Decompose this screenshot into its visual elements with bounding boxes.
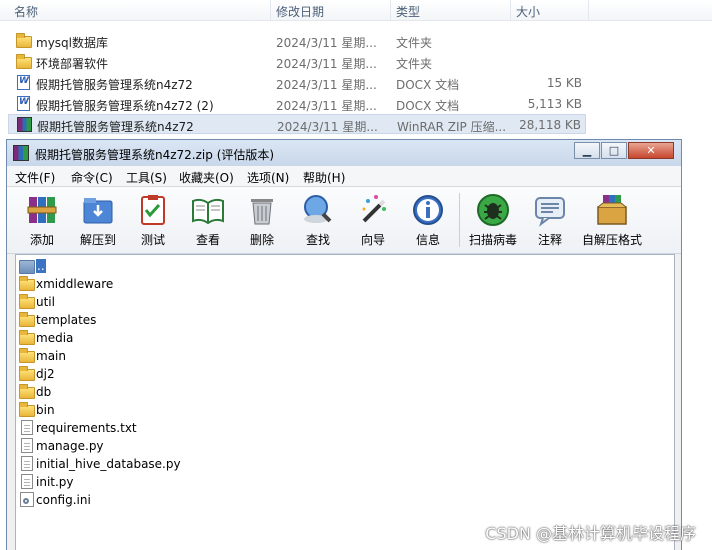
- column-name[interactable]: 名称: [14, 3, 38, 20]
- column-date[interactable]: 修改日期: [276, 3, 324, 20]
- extract-to-button[interactable]: 解压到: [73, 193, 123, 249]
- extract-to-icon: [81, 193, 115, 227]
- menu-bar: 文件(F) 命令(C) 工具(S) 收藏夹(O) 选项(N) 帮助(H): [7, 166, 681, 187]
- explorer-row[interactable]: 假期托管服务管理系统n4z72 2024/3/11 星期... DOCX 文档 …: [8, 73, 586, 93]
- explorer-row[interactable]: mysql数据库 2024/3/11 星期... 文件夹: [8, 31, 586, 51]
- folder-icon: [19, 348, 35, 364]
- winrar-icon: [13, 145, 29, 161]
- explorer-column-header: 名称 修改日期 类型 大小: [0, 0, 712, 21]
- folder-icon: [19, 384, 35, 400]
- test-button[interactable]: 测试: [128, 193, 178, 249]
- menu-file[interactable]: 文件(F): [15, 169, 55, 186]
- window-title: 假期托管服务管理系统n4z72.zip (评估版本): [35, 148, 275, 162]
- menu-help[interactable]: 帮助(H): [303, 169, 345, 186]
- folder-icon: [19, 294, 35, 310]
- column-type[interactable]: 类型: [396, 3, 420, 20]
- find-button[interactable]: 查找: [293, 193, 343, 249]
- sfx-box-icon: [595, 193, 629, 227]
- winrar-icon: [17, 117, 33, 133]
- text-file-icon: [19, 456, 35, 472]
- menu-tools[interactable]: 工具(S): [126, 169, 167, 186]
- folder-icon: [19, 366, 35, 382]
- sfx-button[interactable]: 自解压格式: [582, 193, 642, 249]
- comment-icon: [533, 193, 567, 227]
- folder-icon: [19, 330, 35, 346]
- text-file-icon: [19, 420, 35, 436]
- info-button[interactable]: 信息: [403, 193, 453, 249]
- text-file-icon: [19, 474, 35, 490]
- view-button[interactable]: 查看: [183, 193, 233, 249]
- docx-icon: [16, 75, 32, 91]
- add-button[interactable]: 添加: [17, 193, 67, 249]
- folder-icon: [19, 276, 35, 292]
- title-bar[interactable]: 假期托管服务管理系统n4z72.zip (评估版本) ▁ □ ✕: [7, 140, 681, 166]
- trash-icon: [245, 193, 279, 227]
- menu-commands[interactable]: 命令(C): [71, 169, 113, 186]
- up-folder-icon: [19, 258, 35, 274]
- wizard-wand-icon: [356, 193, 390, 227]
- folder-icon: [16, 33, 32, 49]
- maximize-button[interactable]: □: [601, 142, 627, 159]
- virus-scan-button[interactable]: 扫描病毒: [468, 193, 518, 249]
- info-icon: [411, 193, 445, 227]
- explorer-row[interactable]: 假期托管服务管理系统n4z72 (2) 2024/3/11 星期... DOCX…: [8, 94, 586, 114]
- watermark: CSDN @基林计算机毕设程序: [485, 524, 696, 543]
- docx-icon: [16, 96, 32, 112]
- minimize-button[interactable]: ▁: [574, 142, 600, 159]
- menu-favorites[interactable]: 收藏夹(O): [179, 169, 234, 186]
- archive-file-list[interactable]: .. xmiddleware util templates media main…: [15, 254, 675, 550]
- virus-scan-icon: [476, 193, 510, 227]
- menu-options[interactable]: 选项(N): [247, 169, 289, 186]
- view-book-icon: [191, 193, 225, 227]
- explorer-row-selected[interactable]: 假期托管服务管理系统n4z72 2024/3/11 星期... WinRAR Z…: [8, 114, 586, 134]
- folder-icon: [19, 402, 35, 418]
- explorer-row[interactable]: 环境部署软件 2024/3/11 星期... 文件夹: [8, 52, 586, 72]
- wizard-button[interactable]: 向导: [348, 193, 398, 249]
- config-file-icon: [19, 492, 35, 508]
- delete-button[interactable]: 删除: [237, 193, 287, 249]
- comment-button[interactable]: 注释: [525, 193, 575, 249]
- text-file-icon: [19, 438, 35, 454]
- magnifier-icon: [301, 193, 335, 227]
- toolbar: 添加 解压到 测试 查看 删除 查找 向导 信息 扫描病毒 注释 自解压格式: [7, 187, 681, 254]
- test-icon: [136, 193, 170, 227]
- column-size[interactable]: 大小: [516, 3, 540, 20]
- close-button[interactable]: ✕: [628, 142, 674, 159]
- winrar-window: 假期托管服务管理系统n4z72.zip (评估版本) ▁ □ ✕ 文件(F) 命…: [6, 139, 682, 550]
- folder-icon: [16, 54, 32, 70]
- folder-icon: [19, 312, 35, 328]
- add-archive-icon: [25, 193, 59, 227]
